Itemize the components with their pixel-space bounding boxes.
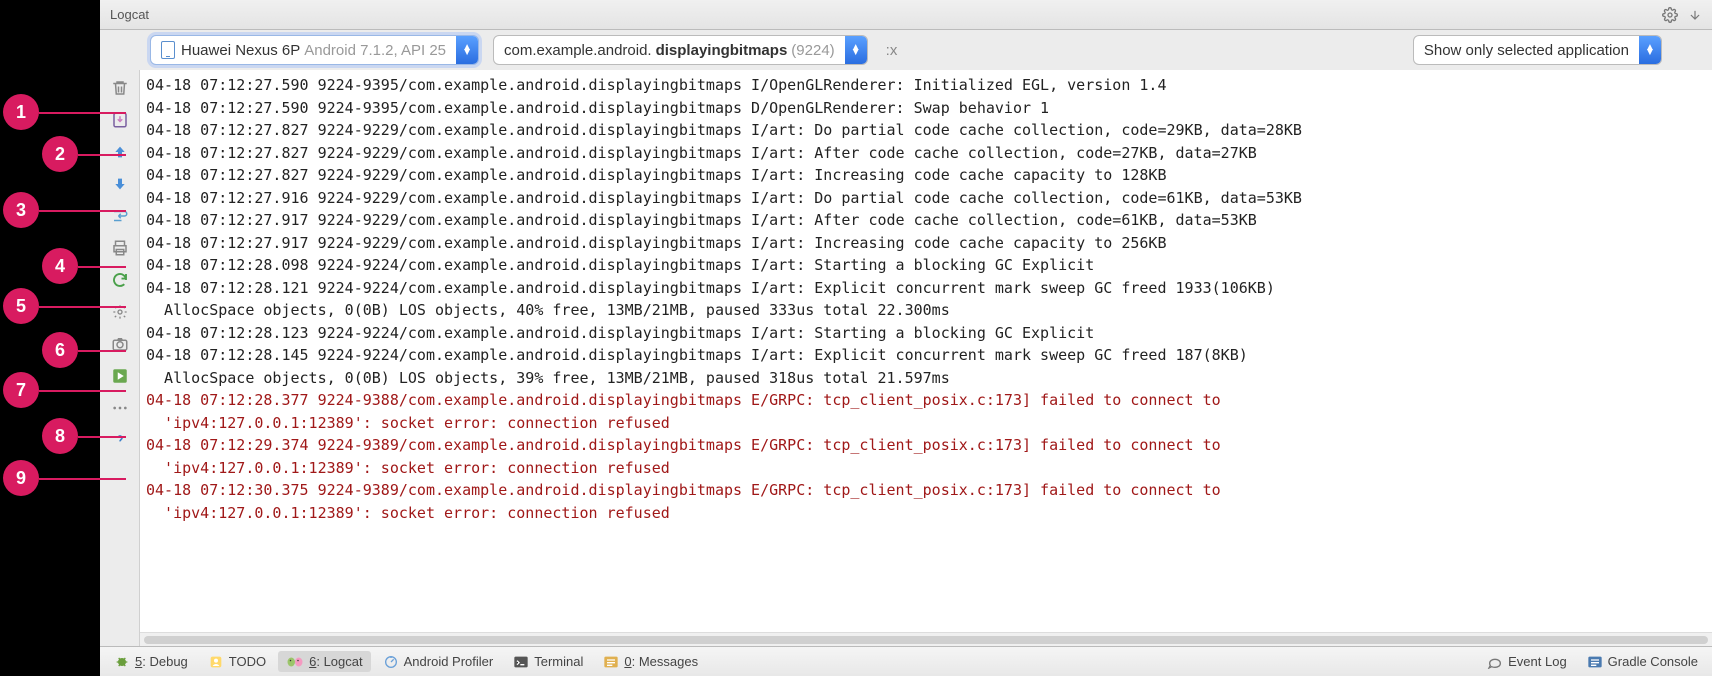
titlebar: Logcat [100, 0, 1712, 30]
log-line: 'ipv4:127.0.0.1:12389': socket error: co… [146, 412, 1706, 435]
screen-record-icon[interactable] [106, 362, 134, 390]
log-line: AllocSpace objects, 0(0B) LOS objects, 4… [146, 299, 1706, 322]
log-filter-selector[interactable]: Show only selected application ▲▼ [1413, 35, 1662, 65]
process-name: displayingbitmaps [656, 42, 788, 59]
chevron-updown-icon: ▲▼ [845, 36, 867, 64]
soft-wrap-icon[interactable] [106, 202, 134, 230]
device-selector[interactable]: Huawei Nexus 6P Android 7.1.2, API 25 ▲▼ [150, 35, 479, 65]
clear-log-icon[interactable] [106, 74, 134, 102]
log-line: 04-18 07:12:28.377 9224-9388/com.example… [146, 389, 1706, 412]
status-bar: 5: Debug TODO 6: Logcat Android Profiler… [100, 646, 1712, 676]
restart-icon[interactable] [106, 266, 134, 294]
log-line: 04-18 07:12:27.827 9224-9229/com.example… [146, 164, 1706, 187]
log-line: 04-18 07:12:27.827 9224-9229/com.example… [146, 119, 1706, 142]
log-line: 04-18 07:12:28.123 9224-9224/com.example… [146, 322, 1706, 345]
device-detail: Android 7.1.2, API 25 [304, 42, 446, 59]
tab-messages[interactable]: 0: Messages [595, 651, 706, 672]
annotation-3: 3 [3, 192, 39, 228]
horizontal-scrollbar[interactable] [140, 632, 1712, 646]
log-line: 04-18 07:12:27.917 9224-9229/com.example… [146, 209, 1706, 232]
logcat-window: Logcat Huawei Nexus 6P Android 7.1.2, AP… [100, 0, 1712, 676]
log-line: 04-18 07:12:28.145 9224-9224/com.example… [146, 344, 1706, 367]
main-area: 04-18 07:12:27.590 9224-9395/com.example… [100, 70, 1712, 646]
annotation-2: 2 [42, 136, 78, 172]
tab-gradle[interactable]: Gradle Console [1579, 651, 1706, 672]
toolbar [100, 70, 140, 646]
filter-bar: Huawei Nexus 6P Android 7.1.2, API 25 ▲▼… [100, 30, 1712, 70]
window-title: Logcat [110, 7, 149, 22]
log-line: 04-18 07:12:30.375 9224-9389/com.example… [146, 479, 1706, 502]
help-icon[interactable] [106, 426, 134, 454]
log-line: AllocSpace objects, 0(0B) LOS objects, 3… [146, 367, 1706, 390]
tab-terminal[interactable]: Terminal [505, 651, 591, 672]
tab-eventlog[interactable]: Event Log [1479, 651, 1575, 672]
annotation-8: 8 [42, 418, 78, 454]
phone-icon [161, 41, 175, 59]
tab-profiler[interactable]: Android Profiler [375, 651, 502, 673]
device-name: Huawei Nexus 6P [181, 42, 300, 59]
chevron-updown-icon: ▲▼ [456, 36, 478, 64]
log-filter-label: Show only selected application [1424, 42, 1629, 59]
annotation-6: 6 [42, 332, 78, 368]
log-line: 'ipv4:127.0.0.1:12389': socket error: co… [146, 457, 1706, 480]
annotation-callouts: 123456789 [0, 0, 100, 676]
annotation-7: 7 [3, 372, 39, 408]
chevron-updown-icon: ▲▼ [1639, 36, 1661, 64]
log-line: 04-18 07:12:29.374 9224-9389/com.example… [146, 434, 1706, 457]
tab-logcat[interactable]: 6: Logcat [278, 651, 371, 672]
process-selector[interactable]: com.example.android.displayingbitmaps (9… [493, 35, 868, 65]
hide-icon[interactable] [1688, 8, 1702, 22]
regex-hint: :x [882, 42, 902, 59]
up-arrow-icon[interactable] [106, 138, 134, 166]
more-icon[interactable] [106, 394, 134, 422]
screenshot-icon[interactable] [106, 330, 134, 358]
process-pid: (9224) [791, 42, 834, 59]
print-icon[interactable] [106, 234, 134, 262]
annotation-1: 1 [3, 94, 39, 130]
log-line: 04-18 07:12:27.917 9224-9229/com.example… [146, 232, 1706, 255]
annotation-9: 9 [3, 460, 39, 496]
tab-todo[interactable]: TODO [200, 651, 274, 673]
log-line: 04-18 07:12:28.121 9224-9224/com.example… [146, 277, 1706, 300]
log-line: 04-18 07:12:27.827 9224-9229/com.example… [146, 142, 1706, 165]
log-output[interactable]: 04-18 07:12:27.590 9224-9395/com.example… [140, 70, 1712, 632]
log-line: 04-18 07:12:28.098 9224-9224/com.example… [146, 254, 1706, 277]
process-prefix: com.example.android. [504, 42, 652, 59]
scroll-end-icon[interactable] [106, 106, 134, 134]
annotation-4: 4 [42, 248, 78, 284]
log-line: 04-18 07:12:27.590 9224-9395/com.example… [146, 74, 1706, 97]
log-line: 04-18 07:12:27.916 9224-9229/com.example… [146, 187, 1706, 210]
settings-icon[interactable] [106, 298, 134, 326]
log-line: 'ipv4:127.0.0.1:12389': socket error: co… [146, 502, 1706, 525]
tab-debug[interactable]: 5: Debug [106, 651, 196, 673]
annotation-5: 5 [3, 288, 39, 324]
down-arrow-icon[interactable] [106, 170, 134, 198]
gear-icon[interactable] [1662, 7, 1678, 23]
log-line: 04-18 07:12:27.590 9224-9395/com.example… [146, 97, 1706, 120]
